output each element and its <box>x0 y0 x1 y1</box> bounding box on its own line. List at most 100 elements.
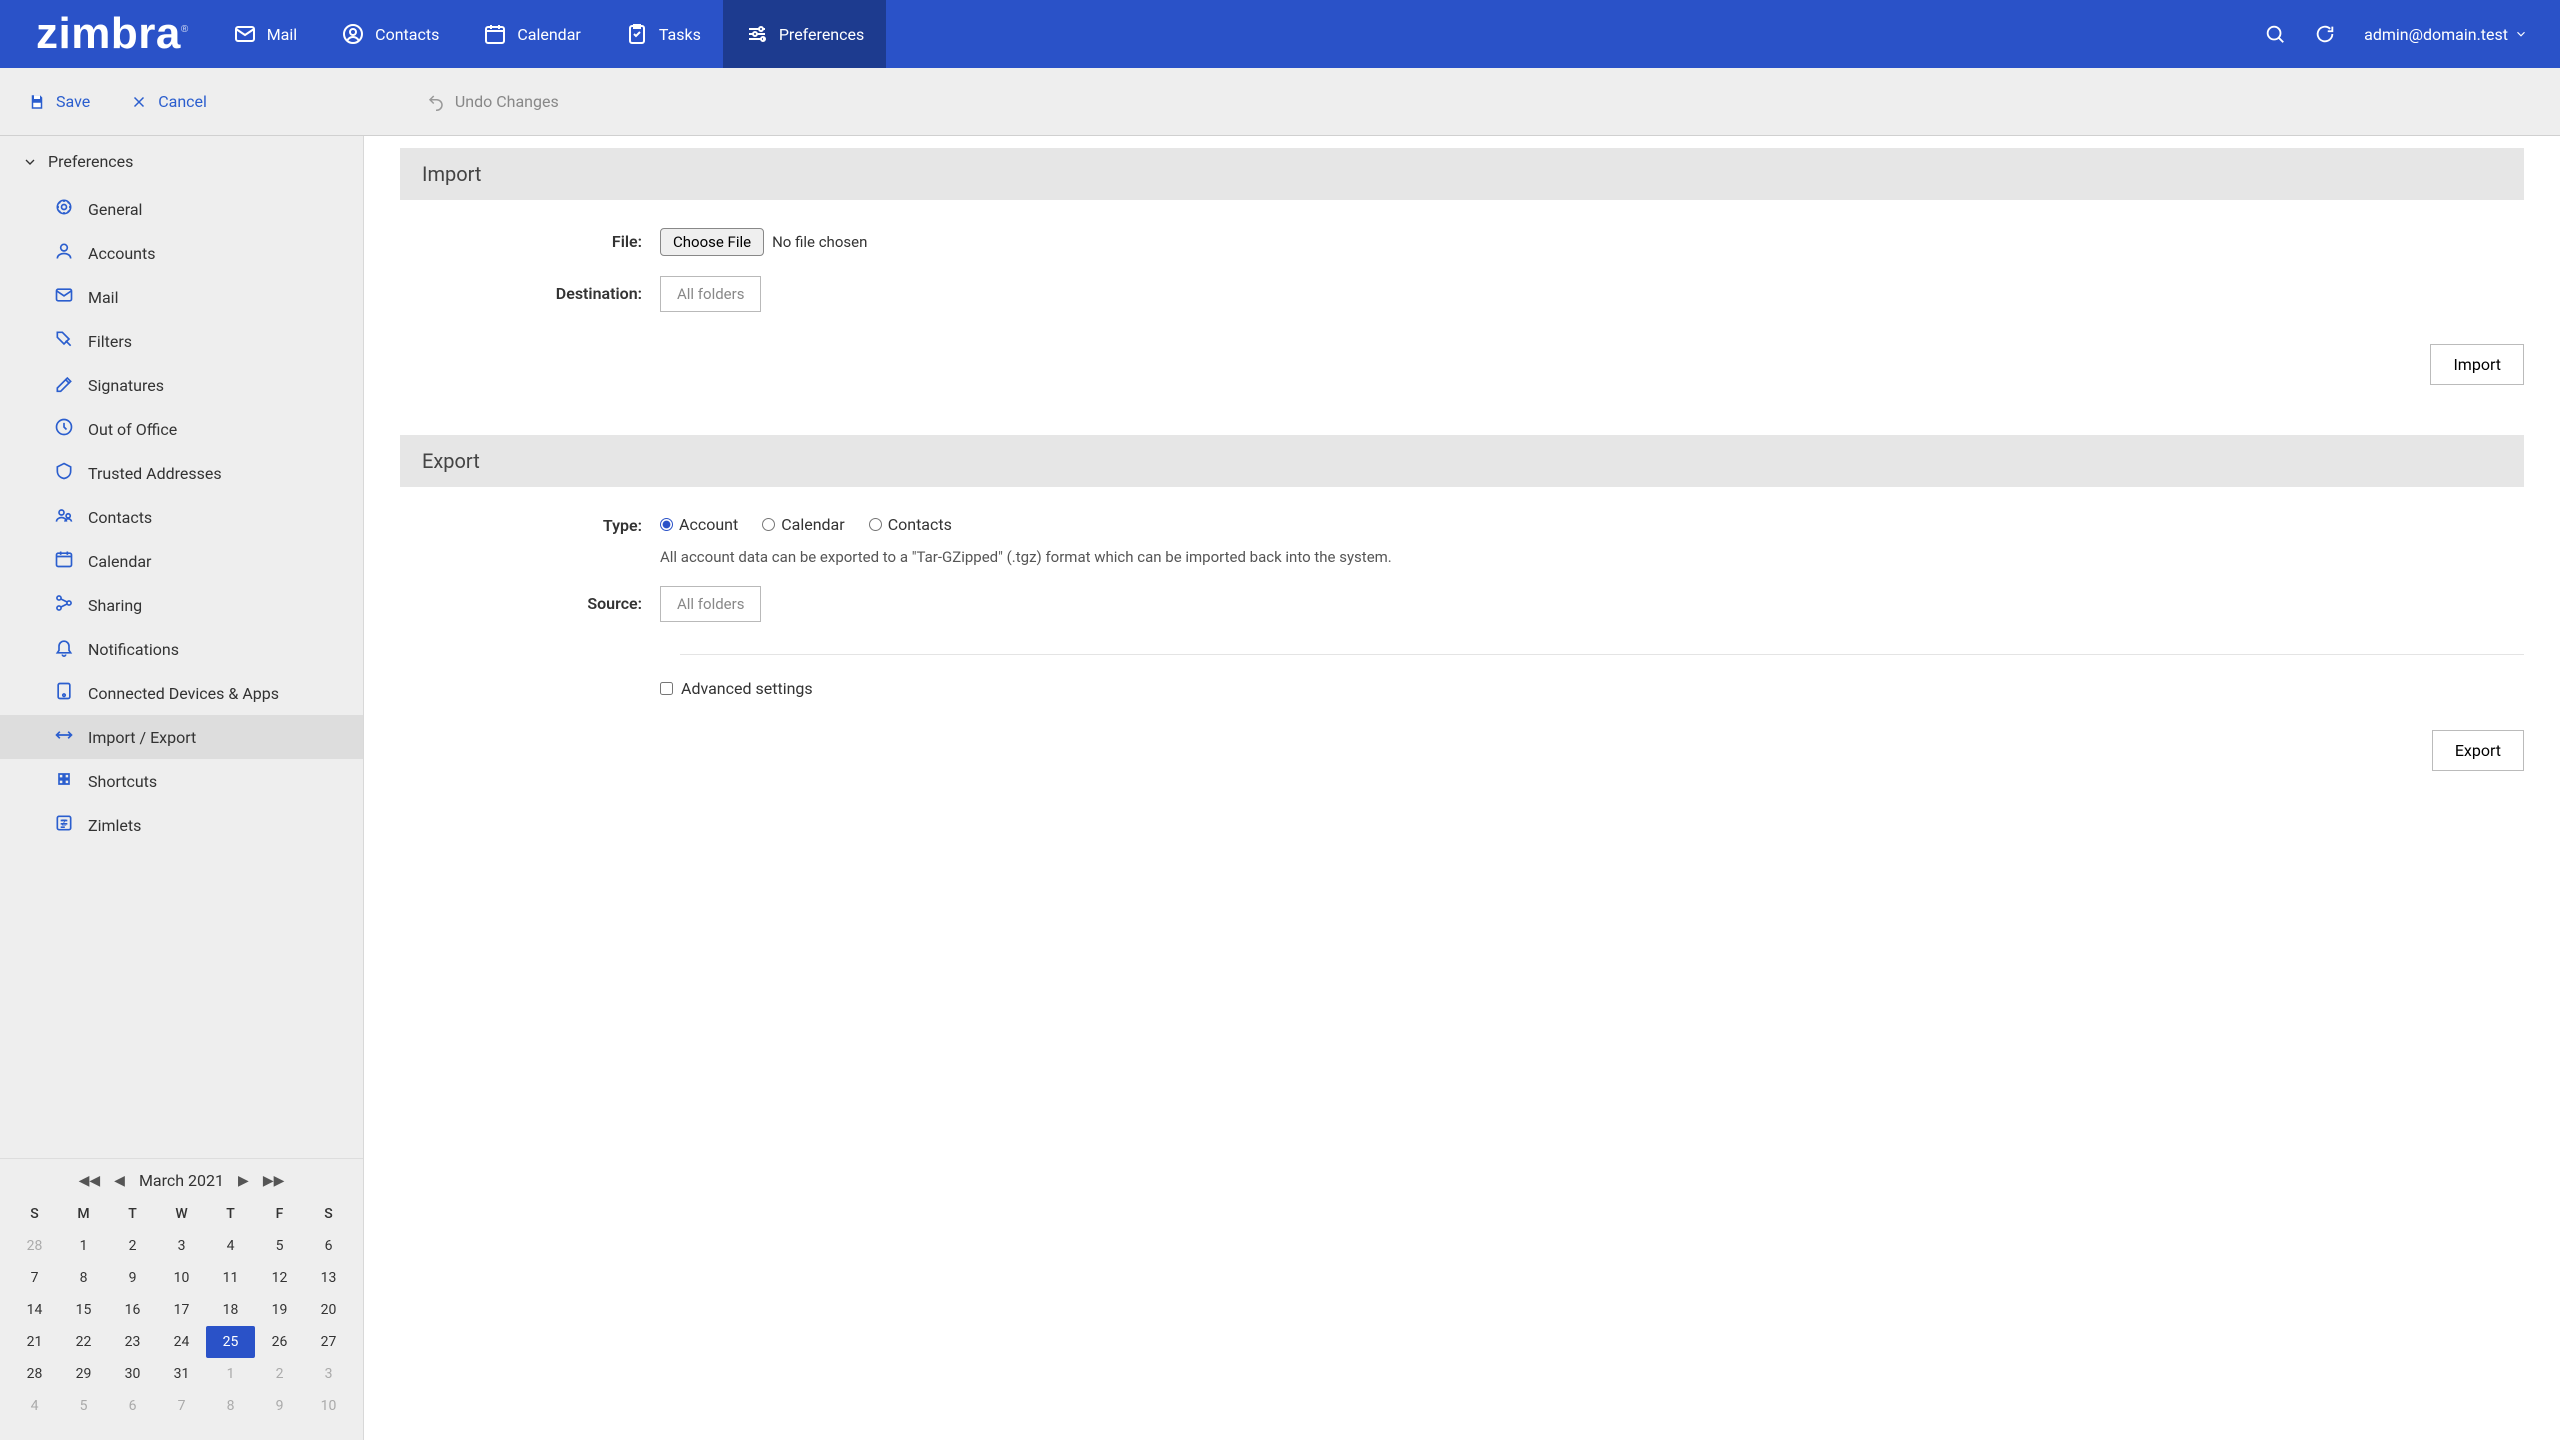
sidebar-item-mail[interactable]: Mail <box>0 275 363 319</box>
sidebar-item-accounts[interactable]: Accounts <box>0 231 363 275</box>
calendar-day[interactable]: 28 <box>10 1230 59 1262</box>
sidebar-item-zimlets[interactable]: ZZimlets <box>0 803 363 847</box>
sharing-icon <box>54 593 74 617</box>
search-icon[interactable] <box>2264 23 2286 45</box>
logo: zimbra® <box>0 9 211 59</box>
advanced-settings-label: Advanced settings <box>681 679 813 698</box>
calendar-day[interactable]: 10 <box>304 1390 353 1422</box>
calendar-day[interactable]: 11 <box>206 1262 255 1294</box>
calendar-day[interactable]: 9 <box>255 1390 304 1422</box>
sidebar-item-import-export[interactable]: Import / Export <box>0 715 363 759</box>
sidebar-item-label: Contacts <box>88 508 152 527</box>
calendar-day[interactable]: 29 <box>59 1358 108 1390</box>
nav-tab-tasks[interactable]: Tasks <box>603 0 723 68</box>
sidebar-item-filters[interactable]: Filters <box>0 319 363 363</box>
export-type-options: Account Calendar Contacts <box>660 515 952 534</box>
calendar-day[interactable]: 16 <box>108 1294 157 1326</box>
calendar-day[interactable]: 28 <box>10 1358 59 1390</box>
calendar-day[interactable]: 31 <box>157 1358 206 1390</box>
refresh-icon[interactable] <box>2314 23 2336 45</box>
choose-file-button[interactable]: Choose File <box>660 228 764 256</box>
sidebar-item-calendar[interactable]: Calendar <box>0 539 363 583</box>
calendar-day[interactable]: 26 <box>255 1326 304 1358</box>
calendar-day[interactable]: 13 <box>304 1262 353 1294</box>
sidebar-item-trusted-addresses[interactable]: Trusted Addresses <box>0 451 363 495</box>
calendar-day[interactable]: 12 <box>255 1262 304 1294</box>
calendar-day[interactable]: 1 <box>206 1358 255 1390</box>
sidebar-item-out-of-office[interactable]: Out of Office <box>0 407 363 451</box>
file-input[interactable]: Choose FileNo file chosen <box>660 228 867 256</box>
calendar-day[interactable]: 24 <box>157 1326 206 1358</box>
user-menu[interactable]: admin@domain.test <box>2364 25 2528 44</box>
calendar-day[interactable]: 5 <box>59 1390 108 1422</box>
advanced-settings-checkbox[interactable]: Advanced settings <box>660 679 813 698</box>
calendar-day[interactable]: 2 <box>108 1230 157 1262</box>
calendar-day[interactable]: 25 <box>206 1326 255 1358</box>
export-type-option-account[interactable]: Account <box>660 515 738 534</box>
calendar-day[interactable]: 7 <box>157 1390 206 1422</box>
calendar-day[interactable]: 5 <box>255 1230 304 1262</box>
calendar-day[interactable]: 27 <box>304 1326 353 1358</box>
calendar-day[interactable]: 7 <box>10 1262 59 1294</box>
sidebar-item-signatures[interactable]: Signatures <box>0 363 363 407</box>
undo-changes-button: Undo Changes <box>427 92 559 111</box>
calendar-day[interactable]: 10 <box>157 1262 206 1294</box>
sidebar-item-notifications[interactable]: Notifications <box>0 627 363 671</box>
calendar-day[interactable]: 20 <box>304 1294 353 1326</box>
calendar-day[interactable]: 19 <box>255 1294 304 1326</box>
advanced-settings-input[interactable] <box>660 682 673 695</box>
export-source-button[interactable]: All folders <box>660 586 761 622</box>
calendar-day[interactable]: 2 <box>255 1358 304 1390</box>
sidebar-item-general[interactable]: General <box>0 187 363 231</box>
save-button[interactable]: Save <box>28 92 90 111</box>
calendar-day[interactable]: 6 <box>108 1390 157 1422</box>
export-type-option-calendar[interactable]: Calendar <box>762 515 844 534</box>
calendar-day[interactable]: 3 <box>304 1358 353 1390</box>
calendar-day[interactable]: 8 <box>59 1262 108 1294</box>
sidebar-item-sharing[interactable]: Sharing <box>0 583 363 627</box>
calendar-day[interactable]: 3 <box>157 1230 206 1262</box>
sidebar-item-label: Notifications <box>88 640 179 659</box>
calendar-day[interactable]: 17 <box>157 1294 206 1326</box>
sidebar-item-contacts[interactable]: Contacts <box>0 495 363 539</box>
calendar-day[interactable]: 4 <box>206 1230 255 1262</box>
export-button[interactable]: Export <box>2432 730 2524 771</box>
chevron-down-icon <box>22 154 38 170</box>
export-type-option-contacts[interactable]: Contacts <box>869 515 952 534</box>
cal-next-year-icon[interactable]: ▶▶ <box>263 1173 285 1189</box>
calendar-day[interactable]: 30 <box>108 1358 157 1390</box>
calendar-day[interactable]: 9 <box>108 1262 157 1294</box>
export-type-radio-contacts[interactable] <box>869 518 882 531</box>
calendar-day[interactable]: 21 <box>10 1326 59 1358</box>
import-destination-button[interactable]: All folders <box>660 276 761 312</box>
calendar-day[interactable]: 6 <box>304 1230 353 1262</box>
calendar-day[interactable]: 22 <box>59 1326 108 1358</box>
mini-calendar-title[interactable]: March 2021 <box>139 1171 224 1190</box>
export-type-label: Type: <box>400 516 660 535</box>
export-source-row: Source: All folders <box>400 580 2524 636</box>
content: Import File: Choose FileNo file chosen D… <box>364 136 2560 1440</box>
sidebar-item-label: Accounts <box>88 244 155 263</box>
cal-prev-month-icon[interactable]: ◀ <box>114 1173 125 1189</box>
calendar-day[interactable]: 15 <box>59 1294 108 1326</box>
import-button[interactable]: Import <box>2430 344 2524 385</box>
export-type-radio-account[interactable] <box>660 518 673 531</box>
calendar-day[interactable]: 23 <box>108 1326 157 1358</box>
cal-next-month-icon[interactable]: ▶ <box>238 1173 249 1189</box>
nav-tab-mail[interactable]: Mail <box>211 0 319 68</box>
calendar-day[interactable]: 4 <box>10 1390 59 1422</box>
sidebar-heading[interactable]: Preferences <box>0 136 363 187</box>
cal-prev-year-icon[interactable]: ◀◀ <box>79 1173 101 1189</box>
calendar-day[interactable]: 1 <box>59 1230 108 1262</box>
nav-tab-preferences[interactable]: Preferences <box>723 0 886 68</box>
nav-tab-contacts[interactable]: Contacts <box>319 0 461 68</box>
sidebar-item-shortcuts[interactable]: Shortcuts <box>0 759 363 803</box>
calendar-day[interactable]: 14 <box>10 1294 59 1326</box>
sidebar-item-connected-devices-apps[interactable]: Connected Devices & Apps <box>0 671 363 715</box>
nav-tab-calendar[interactable]: Calendar <box>461 0 602 68</box>
calendar-day[interactable]: 18 <box>206 1294 255 1326</box>
calendar-day[interactable]: 8 <box>206 1390 255 1422</box>
cancel-button[interactable]: Cancel <box>130 92 207 111</box>
export-type-radio-calendar[interactable] <box>762 518 775 531</box>
save-icon <box>28 93 46 111</box>
